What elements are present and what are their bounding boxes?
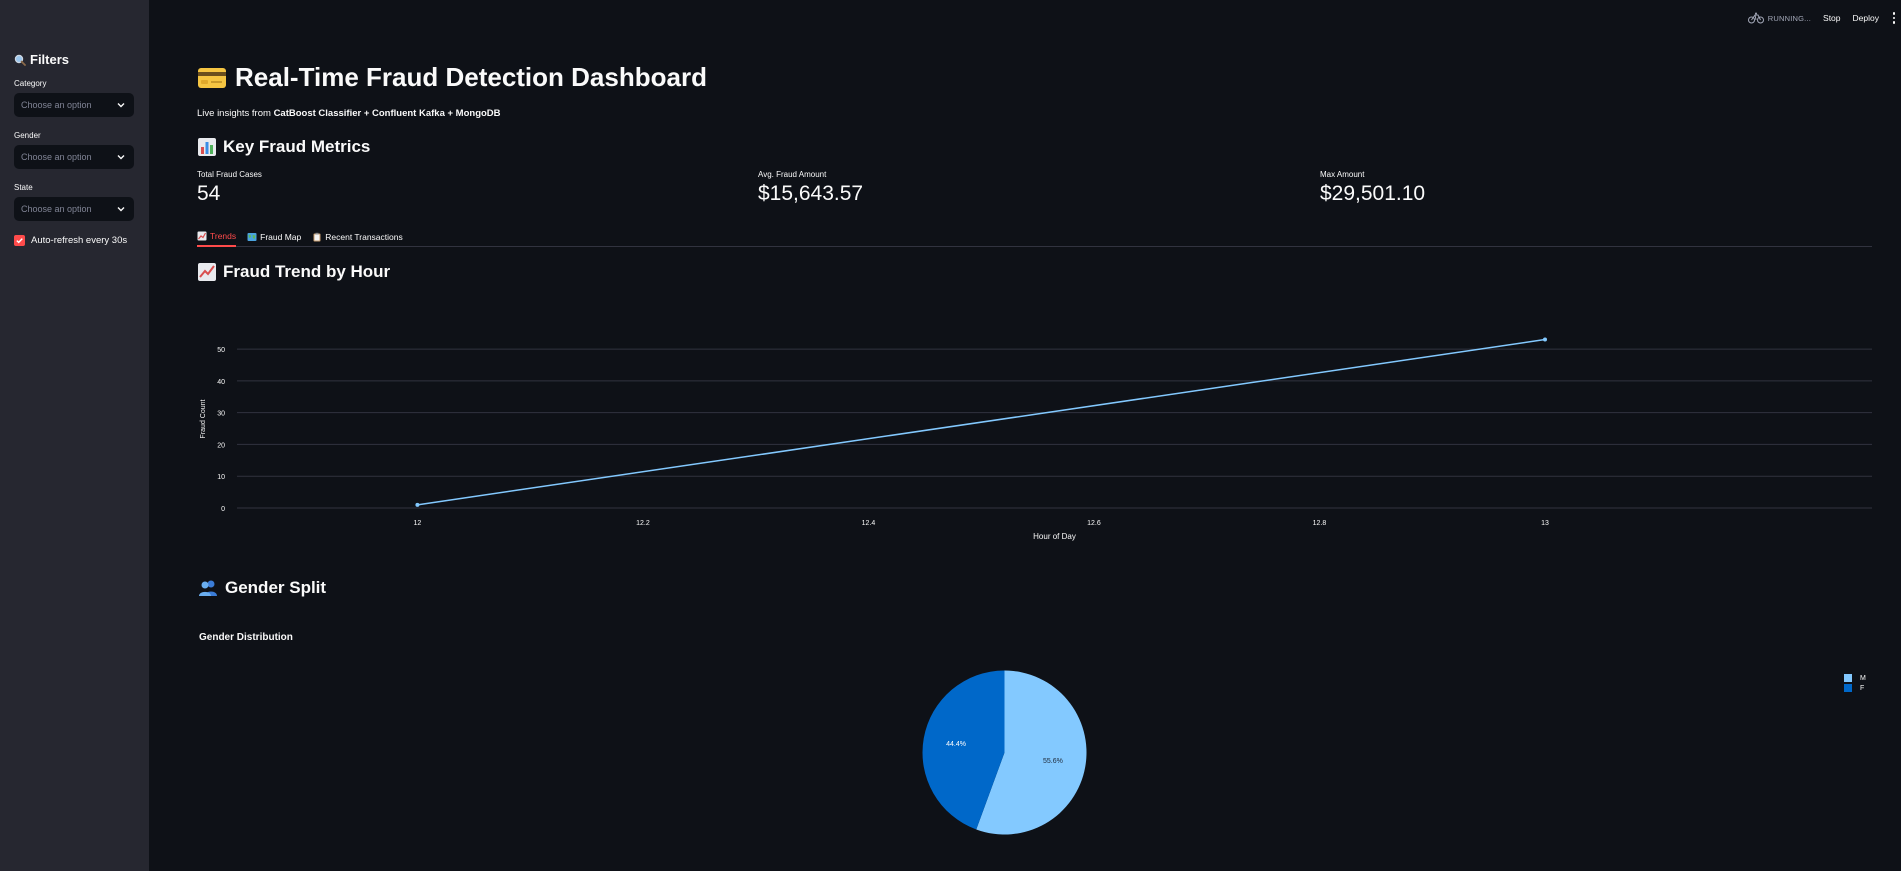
chevron-down-icon bbox=[117, 103, 125, 108]
pie-chart-title: Gender Distribution bbox=[199, 632, 293, 643]
legend-item-f[interactable]: F bbox=[1844, 684, 1866, 692]
magnifier-icon bbox=[14, 54, 26, 66]
trend-heading: Fraud Trend by Hour bbox=[197, 262, 390, 282]
chart-increasing-icon bbox=[197, 262, 217, 282]
y-tick-label: 50 bbox=[217, 347, 225, 354]
page-title-text: Real-Time Fraud Detection Dashboard bbox=[235, 62, 707, 92]
deploy-button[interactable]: Deploy bbox=[1853, 13, 1879, 23]
state-placeholder: Choose an option bbox=[21, 204, 92, 214]
metric-value: $29,501.10 bbox=[1320, 182, 1426, 205]
series-line bbox=[417, 338, 1546, 506]
page-subtitle: Live insights from CatBoost Classifier +… bbox=[197, 108, 501, 119]
y-tick-label: 0 bbox=[221, 506, 225, 513]
tab-bar: Trends Fraud Map Recent Transactions bbox=[197, 227, 1872, 247]
pie-legend: M F bbox=[1844, 674, 1866, 694]
chevron-down-icon bbox=[117, 207, 125, 212]
y-tick-label: 40 bbox=[217, 379, 225, 386]
busts-in-silhouette-icon bbox=[197, 579, 219, 597]
tab-trends[interactable]: Trends bbox=[197, 227, 237, 247]
pie-slice-label: 44.4% bbox=[946, 741, 966, 748]
tab-label: Trends bbox=[210, 231, 237, 241]
legend-item-m[interactable]: M bbox=[1844, 674, 1866, 682]
gender-heading: Gender Split bbox=[197, 578, 326, 598]
metric-label: Total Fraud Cases bbox=[197, 170, 262, 179]
subtitle-prefix: Live insights from bbox=[197, 108, 274, 119]
auto-refresh-checkbox[interactable]: Auto-refresh every 30s bbox=[14, 235, 135, 246]
gender-select[interactable]: Choose an option bbox=[14, 145, 134, 169]
auto-refresh-label: Auto-refresh every 30s bbox=[31, 235, 128, 246]
metric-max-amount: Max Amount $29,501.10 bbox=[1320, 170, 1425, 206]
page-title: Real-Time Fraud Detection Dashboard bbox=[197, 62, 707, 93]
tab-label: Fraud Map bbox=[260, 232, 302, 242]
y-axis-label: Fraud Count bbox=[200, 399, 207, 438]
filters-heading: Filters bbox=[14, 52, 135, 67]
running-status: RUNNING... bbox=[1747, 12, 1812, 24]
y-tick-label: 20 bbox=[217, 442, 225, 449]
category-filter: Category Choose an option bbox=[14, 79, 135, 117]
category-placeholder: Choose an option bbox=[21, 100, 92, 110]
metric-avg-fraud-amount: Avg. Fraud Amount $15,643.57 bbox=[758, 170, 863, 206]
data-point bbox=[1543, 337, 1547, 342]
x-tick-label: 12.2 bbox=[636, 520, 650, 527]
stop-button[interactable]: Stop bbox=[1823, 13, 1841, 23]
tab-recent-transactions[interactable]: Recent Transactions bbox=[312, 227, 403, 247]
gender-pie-chart: 55.6% 44.4% bbox=[922, 670, 1087, 835]
app-toolbar: RUNNING... Stop Deploy bbox=[1747, 10, 1901, 26]
fraud-trend-line-chart: 0 10 20 30 40 50 12 12.2 12.4 12.6 12.8 13 Hour of D… bbox=[200, 337, 1872, 541]
bar-chart-icon bbox=[197, 137, 217, 157]
gender-heading-text: Gender Split bbox=[225, 578, 327, 597]
metric-total-fraud-cases: Total Fraud Cases 54 bbox=[197, 170, 262, 206]
tab-fraud-map[interactable]: Fraud Map bbox=[247, 227, 301, 247]
main-menu-icon[interactable] bbox=[1891, 12, 1897, 24]
x-tick-label: 12 bbox=[414, 520, 422, 527]
world-map-icon bbox=[247, 233, 257, 241]
state-select[interactable]: Choose an option bbox=[14, 197, 134, 221]
data-point bbox=[415, 502, 420, 507]
checkbox-checked-icon bbox=[14, 235, 25, 246]
state-filter: State Choose an option bbox=[14, 183, 135, 221]
sidebar: Filters Category Choose an option Gender… bbox=[0, 0, 149, 871]
gender-label: Gender bbox=[14, 131, 41, 140]
x-tick-label: 13 bbox=[1541, 520, 1549, 527]
metric-value: 54 bbox=[197, 182, 221, 205]
metric-label: Avg. Fraud Amount bbox=[758, 170, 827, 179]
tab-label: Recent Transactions bbox=[325, 232, 403, 242]
gender-placeholder: Choose an option bbox=[21, 152, 92, 162]
legend-swatch bbox=[1844, 684, 1852, 692]
y-tick-label: 10 bbox=[217, 474, 225, 481]
y-tick-label: 30 bbox=[217, 411, 225, 418]
running-label: RUNNING... bbox=[1767, 13, 1812, 23]
metrics-heading: Key Fraud Metrics bbox=[197, 137, 370, 157]
x-axis-label: Hour of Day bbox=[1033, 532, 1076, 541]
chevron-down-icon bbox=[117, 155, 125, 160]
category-label: Category bbox=[14, 79, 47, 88]
trend-heading-text: Fraud Trend by Hour bbox=[223, 262, 391, 281]
pie-slice-label: 55.6% bbox=[1043, 758, 1063, 765]
state-label: State bbox=[14, 183, 33, 192]
filters-title: Filters bbox=[30, 52, 70, 67]
x-tick-label: 12.6 bbox=[1087, 520, 1101, 527]
subtitle-tech-stack: CatBoost Classifier + Confluent Kafka + … bbox=[273, 108, 501, 119]
x-tick-label: 12.8 bbox=[1313, 520, 1327, 527]
gender-filter: Gender Choose an option bbox=[14, 131, 135, 169]
metric-value: $15,643.57 bbox=[758, 182, 864, 205]
chart-increasing-icon bbox=[197, 231, 207, 241]
clipboard-icon bbox=[313, 232, 321, 242]
metrics-heading-text: Key Fraud Metrics bbox=[223, 137, 371, 156]
x-tick-label: 12.4 bbox=[862, 520, 876, 527]
legend-label: M bbox=[1860, 674, 1866, 682]
legend-swatch bbox=[1844, 674, 1852, 682]
category-select[interactable]: Choose an option bbox=[14, 93, 134, 117]
metric-label: Max Amount bbox=[1320, 170, 1365, 179]
running-bicycle-icon bbox=[1747, 12, 1764, 24]
credit-card-icon bbox=[197, 67, 227, 89]
legend-label: F bbox=[1860, 684, 1865, 692]
